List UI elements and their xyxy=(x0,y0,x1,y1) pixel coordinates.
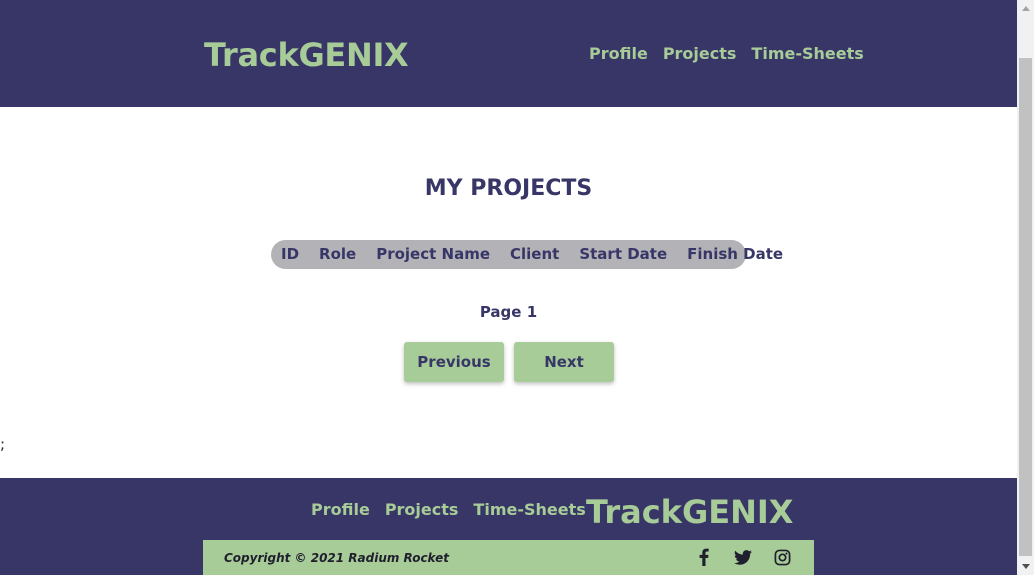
footer-link-projects[interactable]: Projects xyxy=(385,499,459,521)
page-viewport: TrackGENIX Profile Projects Time-Sheets … xyxy=(0,0,1017,575)
footer-link-profile[interactable]: Profile xyxy=(311,499,370,521)
projects-table: ID Role Project Name Client Start Date F… xyxy=(271,240,783,269)
next-button[interactable]: Next xyxy=(514,342,614,382)
stray-text: ; xyxy=(0,435,6,453)
page-indicator: Page 1 xyxy=(479,303,538,321)
column-header-start-date: Start Date xyxy=(579,245,668,263)
instagram-icon[interactable] xyxy=(771,546,793,568)
site-header: TrackGENIX Profile Projects Time-Sheets xyxy=(0,0,1017,107)
nav-link-projects[interactable]: Projects xyxy=(663,43,737,65)
scroll-down-arrow-icon[interactable] xyxy=(1017,558,1034,575)
copyright-text: Copyright © 2021 Radium Rocket xyxy=(224,551,449,565)
footer-logo: TrackGENIX xyxy=(586,493,794,531)
scroll-up-arrow-icon[interactable] xyxy=(1017,0,1034,17)
column-header-project-name: Project Name xyxy=(376,245,490,263)
scrollbar-thumb[interactable] xyxy=(1019,58,1032,556)
facebook-icon[interactable] xyxy=(693,546,715,568)
header-logo[interactable]: TrackGENIX xyxy=(204,34,409,76)
header-nav: Profile Projects Time-Sheets xyxy=(589,43,864,65)
column-header-finish-date: Finish Date xyxy=(687,245,784,263)
nav-link-time-sheets[interactable]: Time-Sheets xyxy=(751,43,863,65)
site-footer: Profile Projects Time-Sheets TrackGENIX … xyxy=(0,478,1017,575)
footer-nav: Profile Projects Time-Sheets xyxy=(311,499,586,521)
previous-button[interactable]: Previous xyxy=(404,342,504,382)
table-header-row: ID Role Project Name Client Start Date F… xyxy=(279,240,793,269)
twitter-icon[interactable] xyxy=(732,546,754,568)
nav-link-profile[interactable]: Profile xyxy=(589,43,648,65)
vertical-scrollbar[interactable] xyxy=(1017,0,1034,575)
footer-link-time-sheets[interactable]: Time-Sheets xyxy=(473,499,585,521)
copyright-bar: Copyright © 2021 Radium Rocket xyxy=(203,540,814,575)
page-title: MY PROJECTS xyxy=(424,176,593,201)
column-header-role: Role xyxy=(319,245,357,263)
column-header-id: ID xyxy=(281,245,300,263)
column-header-client: Client xyxy=(510,245,560,263)
